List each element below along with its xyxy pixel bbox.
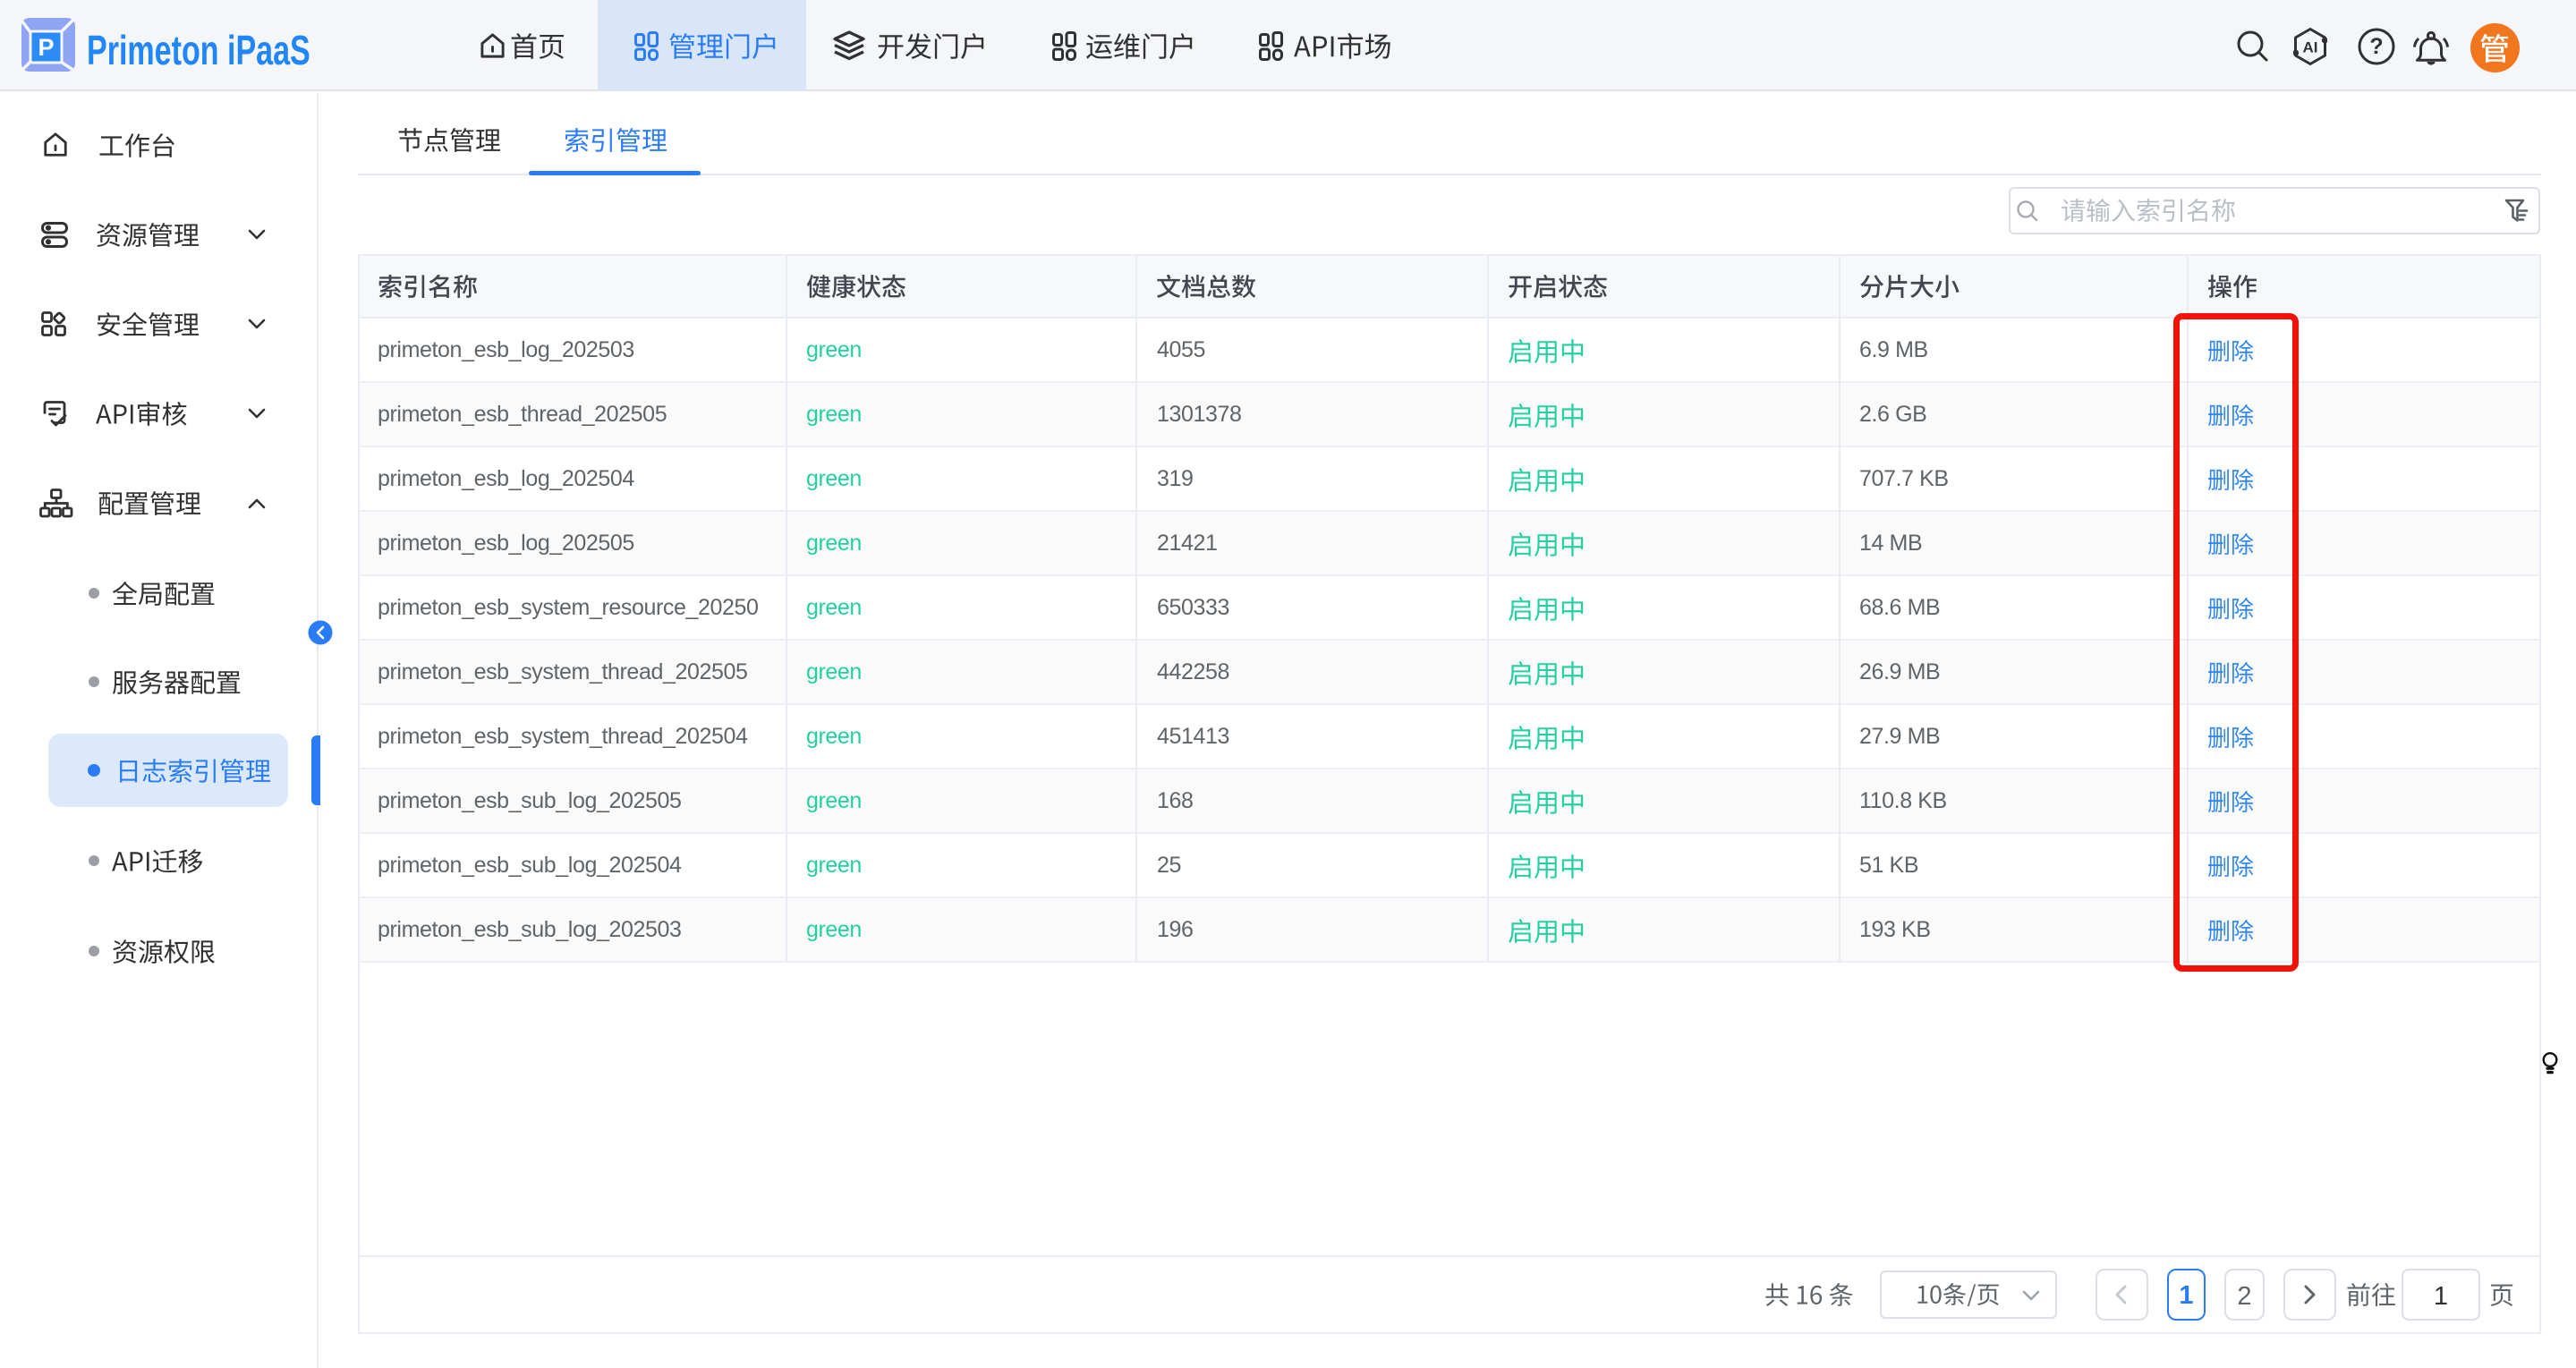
svg-text:AI: AI [2303,39,2318,56]
svg-text:P: P [38,34,54,61]
svg-text:?: ? [2369,34,2383,59]
